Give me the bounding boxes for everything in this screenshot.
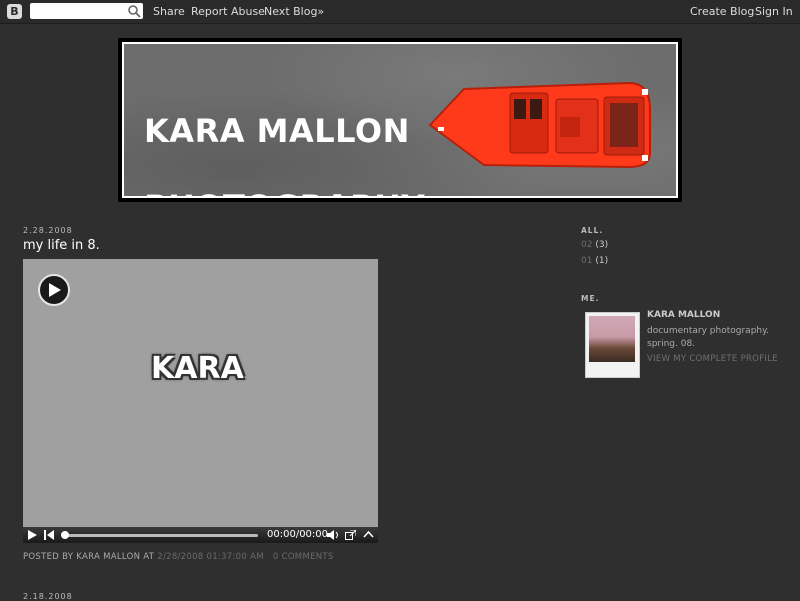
profile-description: documentary photography. spring. 08.	[647, 326, 770, 349]
post-date: 2.28.2008	[23, 226, 73, 235]
blogger-navbar: B Share Report Abuse Next Blog» Create B…	[0, 0, 800, 24]
archive-heading: ALL.	[581, 226, 604, 235]
archive-item: 02 (3)	[581, 240, 608, 250]
post-footer: POSTED BY KARA MALLON AT 2/28/2008 01:37…	[23, 552, 334, 562]
next-blog-link[interactable]: Next Blog»	[264, 5, 324, 18]
share-link[interactable]: Share	[153, 5, 185, 18]
blog-title-line2: PHOTOGRAPHY	[144, 188, 425, 196]
video-player[interactable]: KARA 00:00/00:00	[23, 259, 378, 543]
header-image: KARA MALLON PHOTOGRAPHY	[124, 44, 676, 196]
time-display: 00:00/00:00	[267, 529, 329, 540]
search-input[interactable]	[30, 3, 143, 19]
archive-item: 01 (1)	[581, 256, 608, 266]
video-title-overlay: KARA	[151, 351, 244, 386]
play-overlay-icon[interactable]	[38, 274, 70, 306]
video-area[interactable]: KARA	[23, 259, 378, 527]
post-title[interactable]: my life in 8.	[23, 238, 100, 253]
sign-in-link[interactable]: Sign In	[755, 5, 793, 18]
create-blog-link[interactable]: Create Blog	[690, 5, 754, 18]
profile-name[interactable]: KARA MALLON	[647, 310, 720, 320]
progress-bar[interactable]	[65, 534, 258, 537]
popout-icon[interactable]	[345, 530, 356, 540]
profile-heading: ME.	[581, 294, 600, 303]
view-profile-link[interactable]: VIEW MY COMPLETE PROFILE	[647, 354, 778, 364]
archive-count: (1)	[595, 256, 609, 266]
volume-icon[interactable]	[327, 530, 339, 540]
comments-link[interactable]: 0 COMMENTS	[273, 552, 334, 562]
toy-boat-image	[428, 81, 651, 169]
posted-by-label: POSTED BY KARA MALLON AT	[23, 552, 155, 562]
play-icon[interactable]	[28, 530, 37, 540]
report-abuse-link[interactable]: Report Abuse	[191, 5, 265, 18]
profile-photo[interactable]	[585, 312, 640, 378]
blog-header[interactable]: KARA MALLON PHOTOGRAPHY	[118, 38, 682, 202]
blogger-logo-icon[interactable]: B	[7, 4, 22, 19]
video-controls: 00:00/00:00	[23, 527, 378, 543]
archive-link[interactable]: 02	[581, 240, 592, 250]
post-timestamp-link[interactable]: 2/28/2008 01:37:00 AM	[157, 552, 264, 562]
blog-title: KARA MALLON PHOTOGRAPHY	[144, 74, 425, 196]
progress-handle[interactable]	[61, 531, 69, 539]
rewind-icon[interactable]	[44, 530, 54, 540]
chevron-up-icon[interactable]	[363, 530, 374, 540]
search-icon[interactable]	[127, 4, 141, 18]
archive-count: (3)	[595, 240, 609, 250]
archive-link[interactable]: 01	[581, 256, 592, 266]
blog-title-line1: KARA MALLON	[144, 112, 410, 150]
